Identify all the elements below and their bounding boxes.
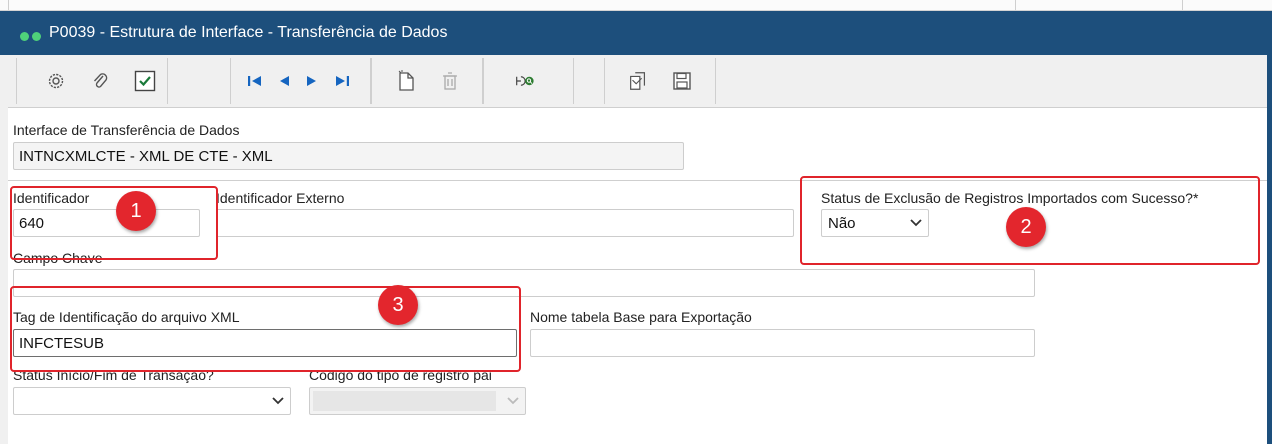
new-record-button[interactable] (395, 70, 417, 92)
window-title: P0039 - Estrutura de Interface - Transfe… (49, 24, 448, 41)
toolbar-group-records (370, 58, 484, 104)
save-icon (673, 72, 691, 90)
toolbar-group-actions (16, 58, 168, 104)
toolbar-group-search (482, 58, 574, 104)
annotation-badge-1: 1 (116, 191, 156, 231)
delete-record-button[interactable] (439, 70, 461, 92)
trash-icon (443, 72, 457, 90)
chevron-down-icon (272, 397, 284, 405)
disabled-select-fill (313, 391, 496, 411)
nome-tabela-label: Nome tabela Base para Exportação (530, 309, 752, 325)
annotation-badge-3: 3 (378, 285, 418, 325)
chevron-down-icon (507, 397, 519, 405)
toolbar-group-navigation (230, 58, 372, 104)
codigo-tipo-registro-select[interactable] (309, 387, 526, 415)
next-record-icon (307, 76, 316, 86)
search-record-button[interactable] (515, 70, 537, 92)
gear-icon (48, 73, 64, 89)
strip-separator (1015, 0, 1016, 10)
top-strip (0, 0, 1272, 11)
next-record-button[interactable] (301, 70, 323, 92)
search-record-icon (516, 76, 534, 86)
toolbar-group-save (604, 58, 716, 104)
strip-separator (1182, 0, 1183, 10)
status-transacao-select[interactable] (13, 387, 291, 415)
last-record-icon (336, 76, 349, 86)
strip-separator (8, 0, 9, 10)
window-status-dots (20, 28, 44, 46)
annotation-badge-2: 2 (1006, 207, 1046, 247)
interface-field[interactable] (13, 142, 684, 170)
copy-button[interactable] (627, 70, 649, 92)
interface-label: Interface de Transferência de Dados (13, 122, 240, 138)
settings-button[interactable] (45, 70, 67, 92)
copy-icon (630, 72, 646, 90)
status-dot-icon (32, 32, 41, 41)
toolbar (8, 56, 1267, 108)
identificador-externo-label: Identificador Externo (216, 190, 345, 206)
check-icon (134, 70, 156, 92)
first-record-icon (248, 76, 261, 86)
new-document-icon (398, 70, 414, 91)
nome-tabela-field[interactable] (530, 329, 1035, 357)
previous-record-icon (280, 76, 289, 86)
status-dot-icon (20, 32, 29, 41)
confirm-button[interactable] (134, 70, 156, 92)
window-border (1267, 55, 1272, 444)
save-button[interactable] (671, 70, 693, 92)
previous-record-button[interactable] (273, 70, 295, 92)
attach-button[interactable] (89, 70, 111, 92)
annotation-box-1 (10, 186, 218, 260)
window-titlebar: P0039 - Estrutura de Interface - Transfe… (0, 11, 1272, 55)
last-record-button[interactable] (331, 70, 353, 92)
paperclip-icon (93, 73, 108, 88)
identificador-externo-field[interactable] (216, 209, 794, 237)
annotation-box-3 (10, 286, 521, 372)
first-record-button[interactable] (244, 70, 266, 92)
form-panel: Interface de Transferência de Dados Iden… (8, 108, 1267, 444)
